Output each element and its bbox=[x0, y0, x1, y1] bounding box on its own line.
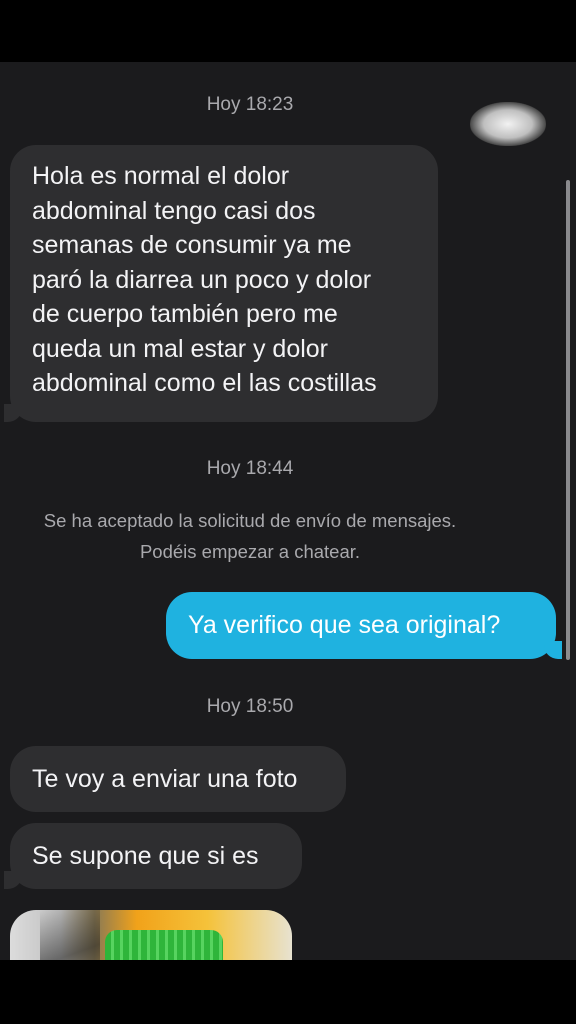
message-line: semanas de consumir ya me bbox=[32, 231, 352, 259]
photo-shadow bbox=[40, 910, 100, 960]
chat-thread[interactable]: Hoy 18:23 Hola es normal el dolor abdomi… bbox=[0, 62, 576, 960]
message-line: Hola es normal el dolor bbox=[32, 162, 290, 190]
outgoing-message[interactable]: Ya verifico que sea original? bbox=[166, 592, 562, 659]
scrollbar[interactable] bbox=[566, 180, 570, 660]
system-notice-line: Se ha aceptado la solicitud de envío de … bbox=[43, 510, 457, 531]
screen: Hoy 18:23 Hola es normal el dolor abdomi… bbox=[0, 0, 576, 1024]
system-notice: Se ha aceptado la solicitud de envío de … bbox=[0, 505, 500, 567]
message-line: queda un mal estar y dolor bbox=[32, 334, 329, 363]
incoming-message[interactable]: Hola es normal el dolor abdominal tengo … bbox=[4, 145, 438, 422]
system-notice-line: Podéis empezar a chatear. bbox=[139, 541, 361, 562]
timestamp: Hoy 18:23 bbox=[206, 94, 294, 115]
message-line: de cuerpo también pero me bbox=[32, 300, 338, 328]
timestamp: Hoy 18:50 bbox=[206, 696, 294, 717]
bottom-bar bbox=[0, 960, 576, 1024]
incoming-message[interactable]: Te voy a enviar una foto bbox=[10, 746, 346, 812]
photo-attachment[interactable] bbox=[10, 910, 292, 960]
timestamp: Hoy 18:44 bbox=[206, 458, 294, 479]
bottle-cap bbox=[105, 930, 223, 960]
message-line: abdominal como el las costillas bbox=[32, 369, 377, 397]
message-line: paró la diarrea un poco y dolor bbox=[32, 265, 372, 294]
message-line: abdominal tengo casi dos bbox=[32, 196, 316, 225]
incoming-message[interactable]: Se supone que si es bbox=[4, 823, 302, 889]
